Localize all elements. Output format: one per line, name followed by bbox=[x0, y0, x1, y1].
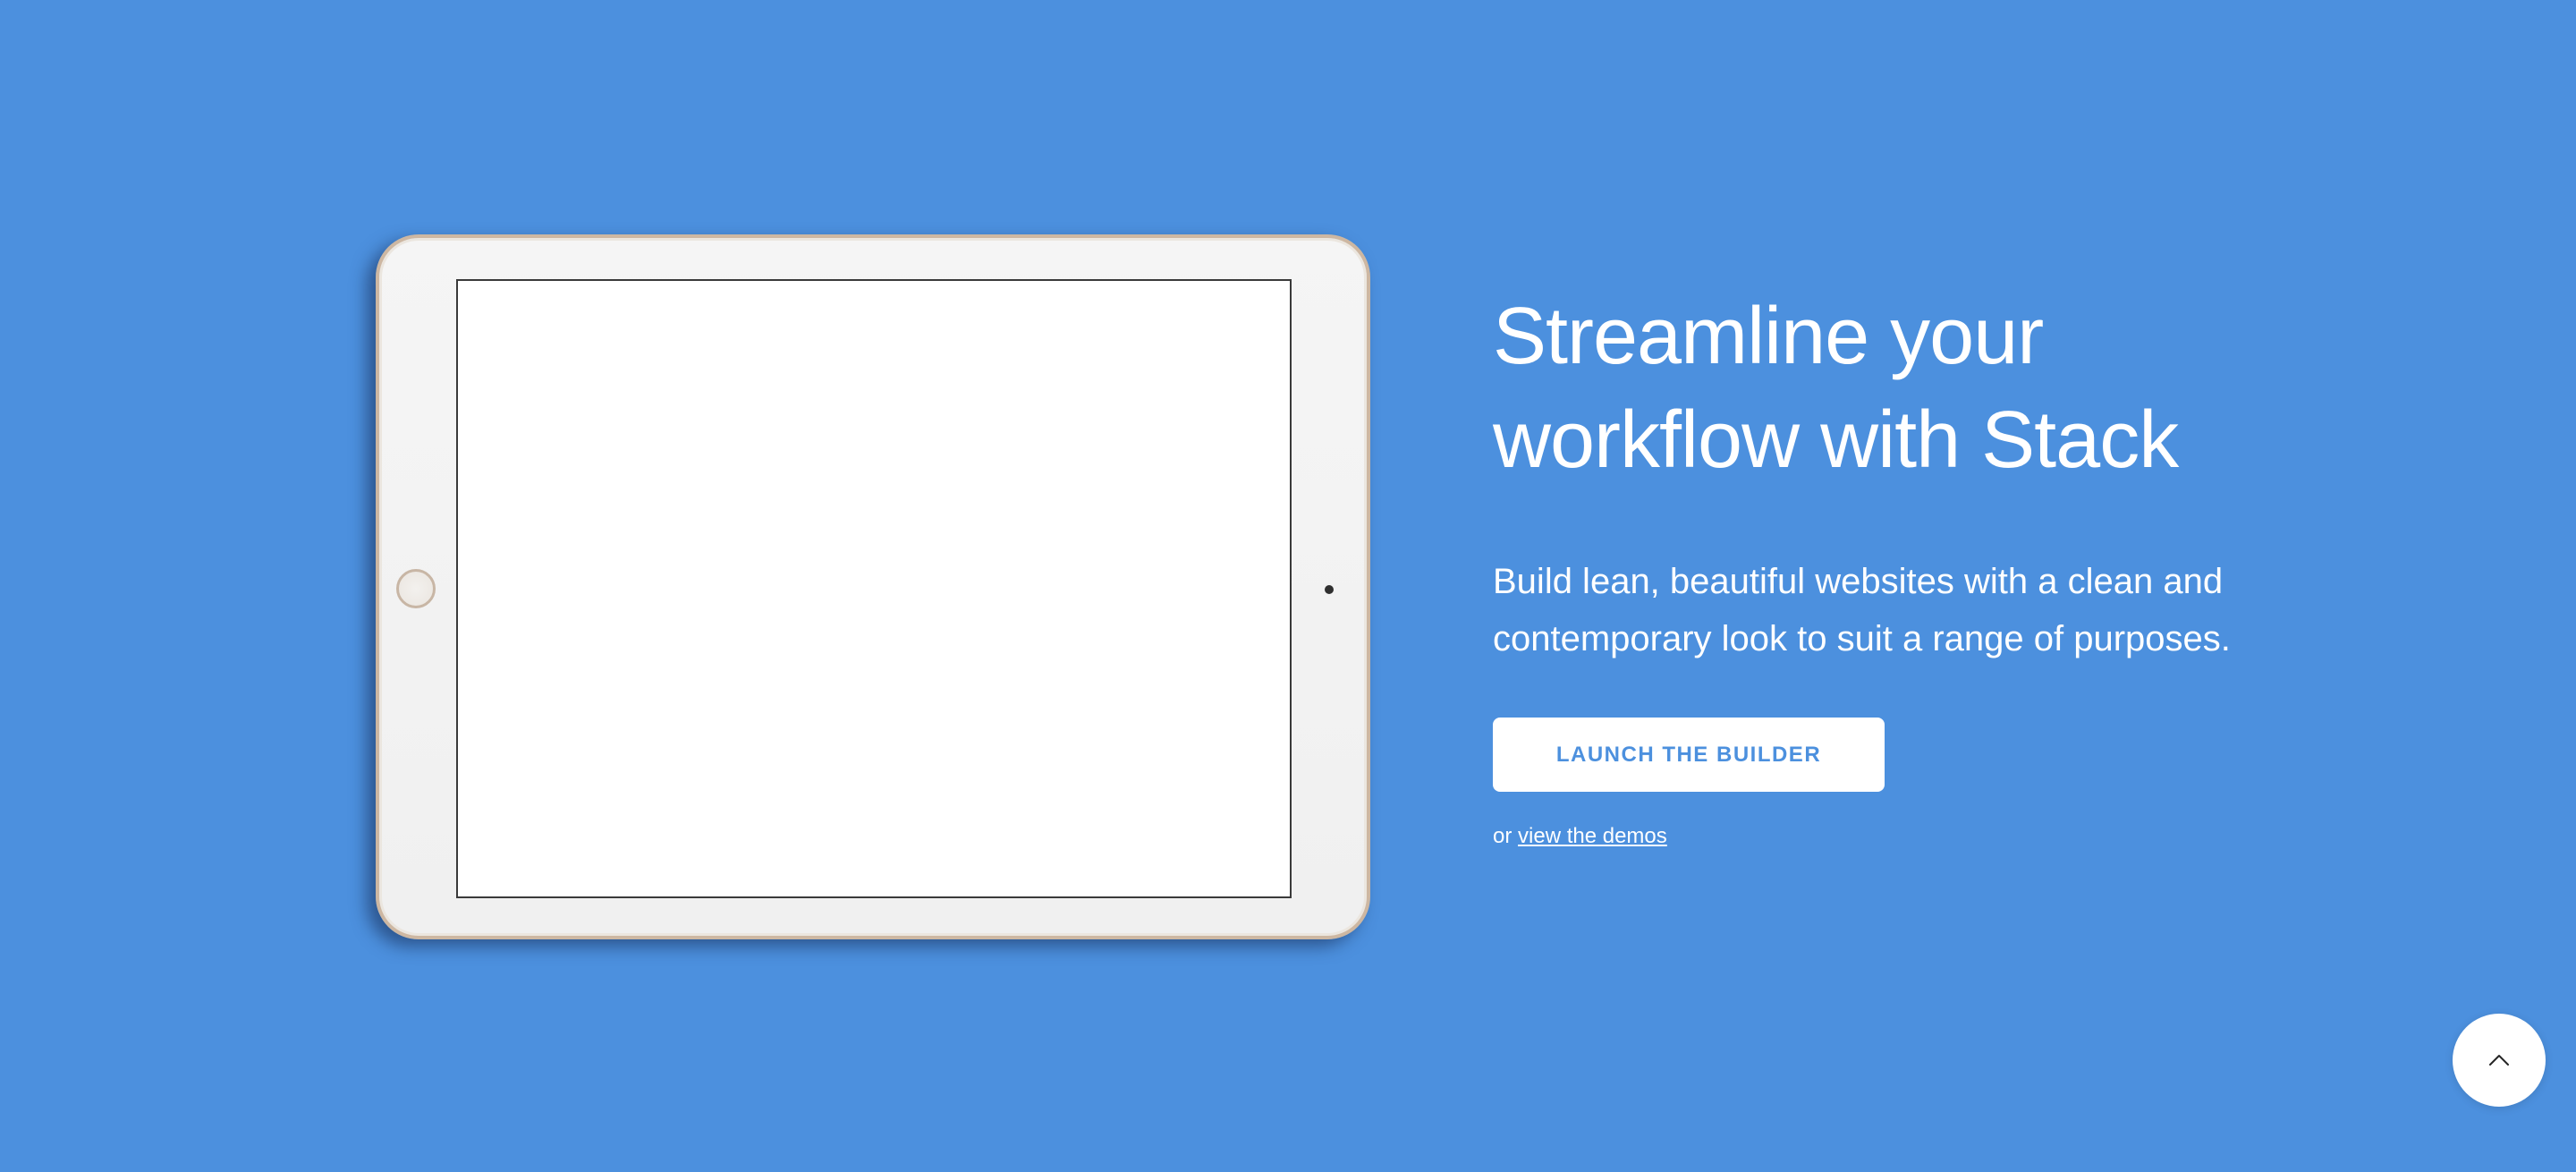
camera-icon bbox=[1325, 585, 1334, 594]
hero-headline-line-1: Streamline your bbox=[1493, 292, 2044, 381]
chevron-up-icon bbox=[2489, 1055, 2509, 1066]
tablet-mockup bbox=[376, 234, 1370, 939]
hero-lead-line-1: Build lean, beautiful websites with a cl… bbox=[1493, 562, 2224, 601]
view-demos-link[interactable]: view the demos bbox=[1518, 824, 1667, 848]
alt-action-line: or view the demos bbox=[1493, 824, 2316, 849]
hero-headline-line-2: workflow with Stack bbox=[1493, 395, 2179, 485]
hero-headline: Streamline your workflow with Stack bbox=[1493, 285, 2316, 492]
hero-content: Streamline your workflow with Stack Buil… bbox=[1493, 285, 2316, 849]
hero-section: Streamline your workflow with Stack Buil… bbox=[0, 0, 2576, 1172]
back-to-top-button[interactable] bbox=[2453, 1014, 2546, 1107]
hero-lead: Build lean, beautiful websites with a cl… bbox=[1493, 553, 2316, 667]
alt-prefix: or bbox=[1493, 824, 1513, 848]
hero-lead-line-2: contemporary look to suit a range of pur… bbox=[1493, 619, 2231, 658]
home-button-icon bbox=[396, 569, 436, 608]
tablet-screen bbox=[456, 279, 1292, 898]
launch-builder-button[interactable]: LAUNCH THE BUILDER bbox=[1493, 718, 1885, 792]
